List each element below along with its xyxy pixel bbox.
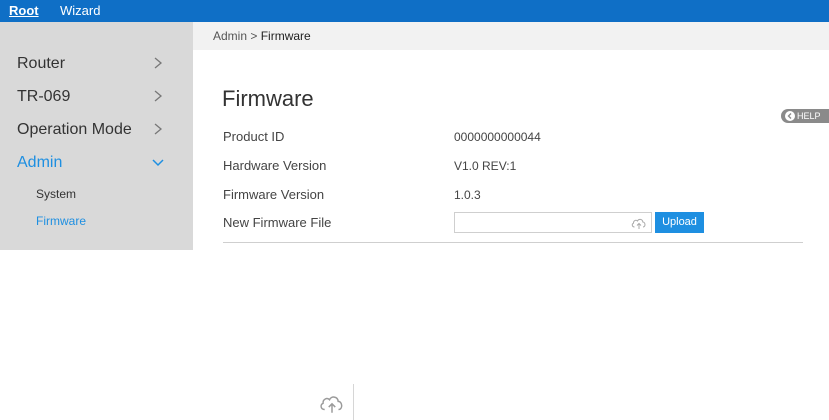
help-button[interactable]: HELP [781,109,829,123]
cloud-upload-overlay [312,384,354,420]
product-id-label: Product ID [223,129,285,144]
sidebar-subitem-label: System [36,187,77,201]
sidebar-item-operation-mode[interactable]: Operation Mode [0,115,193,145]
tab-root[interactable]: Root [9,3,39,19]
chevron-left-circle-icon [785,111,795,121]
sidebar-item-router[interactable]: Router [0,49,193,79]
hardware-version-value: V1.0 REV:1 [454,159,517,173]
chevron-right-icon [154,123,163,135]
sidebar-subitem-label: Firmware [36,214,86,228]
help-label: HELP [797,111,821,121]
breadcrumb-current: Firmware [260,29,311,43]
firmware-version-value: 1.0.3 [454,188,481,202]
sidebar-item-label: Admin [17,154,63,171]
chevron-right-icon [154,90,163,102]
breadcrumb-separator: > [247,29,261,43]
sidebar: Router TR-069 Operation Mode Admin Syste… [0,22,193,250]
page-title: Firmware [222,86,314,111]
tab-wizard[interactable]: Wizard [60,3,100,19]
breadcrumb-bar: Admin > Firmware [193,22,829,50]
sidebar-item-admin[interactable]: Admin [0,148,193,178]
sidebar-item-label: Router [17,55,66,72]
new-firmware-file-label: New Firmware File [223,215,332,230]
chevron-right-icon [154,57,163,69]
top-navigation-bar: Root Wizard [0,0,829,22]
firmware-file-input[interactable] [454,212,652,233]
firmware-version-label: Firmware Version [223,187,325,202]
breadcrumb-parent[interactable]: Admin [213,29,247,43]
sidebar-item-label: TR-069 [17,88,71,105]
breadcrumb: Admin > Firmware [213,29,311,43]
sidebar-subitem-firmware[interactable]: Firmware [0,209,193,233]
hardware-version-label: Hardware Version [223,158,327,173]
sidebar-subitem-system[interactable]: System [0,182,193,206]
cloud-upload-icon [320,396,343,413]
chevron-down-icon [152,159,164,167]
sidebar-item-label: Operation Mode [17,121,132,138]
product-id-value: 0000000000044 [454,130,541,144]
cloud-upload-icon[interactable] [630,215,648,231]
section-divider [223,242,803,243]
sidebar-item-tr069[interactable]: TR-069 [0,82,193,112]
upload-button[interactable]: Upload [655,212,704,233]
